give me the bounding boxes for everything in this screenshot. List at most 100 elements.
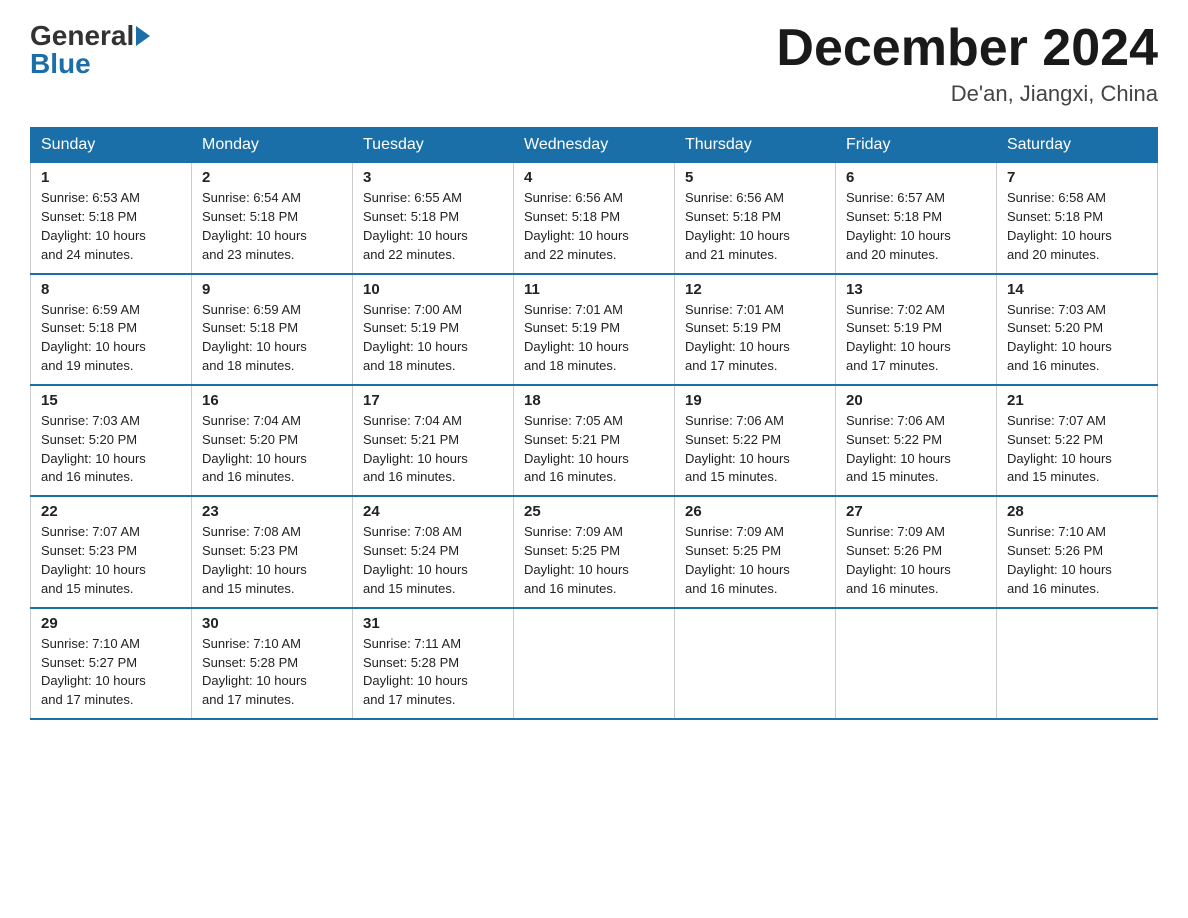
day-number: 31	[363, 615, 503, 632]
day-info: Sunrise: 7:08 AMSunset: 5:24 PMDaylight:…	[363, 523, 503, 598]
title-block: December 2024 De'an, Jiangxi, China	[776, 20, 1158, 107]
calendar-day-cell: 9 Sunrise: 6:59 AMSunset: 5:18 PMDayligh…	[192, 274, 353, 385]
day-info: Sunrise: 7:03 AMSunset: 5:20 PMDaylight:…	[41, 412, 181, 487]
calendar-day-cell: 8 Sunrise: 6:59 AMSunset: 5:18 PMDayligh…	[31, 274, 192, 385]
calendar-day-cell: 22 Sunrise: 7:07 AMSunset: 5:23 PMDaylig…	[31, 496, 192, 607]
calendar-day-cell	[675, 608, 836, 719]
calendar-day-cell: 10 Sunrise: 7:00 AMSunset: 5:19 PMDaylig…	[353, 274, 514, 385]
day-info: Sunrise: 6:56 AMSunset: 5:18 PMDaylight:…	[685, 189, 825, 264]
calendar-day-cell: 27 Sunrise: 7:09 AMSunset: 5:26 PMDaylig…	[836, 496, 997, 607]
day-info: Sunrise: 7:10 AMSunset: 5:28 PMDaylight:…	[202, 635, 342, 710]
col-tuesday: Tuesday	[353, 128, 514, 163]
day-info: Sunrise: 7:01 AMSunset: 5:19 PMDaylight:…	[524, 301, 664, 376]
calendar-day-cell: 13 Sunrise: 7:02 AMSunset: 5:19 PMDaylig…	[836, 274, 997, 385]
day-info: Sunrise: 7:09 AMSunset: 5:25 PMDaylight:…	[685, 523, 825, 598]
day-info: Sunrise: 7:03 AMSunset: 5:20 PMDaylight:…	[1007, 301, 1147, 376]
calendar-day-cell: 19 Sunrise: 7:06 AMSunset: 5:22 PMDaylig…	[675, 385, 836, 496]
day-number: 7	[1007, 169, 1147, 186]
logo-blue-text: Blue	[30, 48, 91, 80]
calendar-day-cell: 30 Sunrise: 7:10 AMSunset: 5:28 PMDaylig…	[192, 608, 353, 719]
day-number: 30	[202, 615, 342, 632]
calendar-day-cell: 1 Sunrise: 6:53 AMSunset: 5:18 PMDayligh…	[31, 163, 192, 274]
day-info: Sunrise: 7:07 AMSunset: 5:23 PMDaylight:…	[41, 523, 181, 598]
logo: General Blue	[30, 20, 150, 80]
day-info: Sunrise: 7:10 AMSunset: 5:27 PMDaylight:…	[41, 635, 181, 710]
calendar-day-cell: 26 Sunrise: 7:09 AMSunset: 5:25 PMDaylig…	[675, 496, 836, 607]
day-info: Sunrise: 7:09 AMSunset: 5:25 PMDaylight:…	[524, 523, 664, 598]
day-info: Sunrise: 7:09 AMSunset: 5:26 PMDaylight:…	[846, 523, 986, 598]
col-friday: Friday	[836, 128, 997, 163]
col-sunday: Sunday	[31, 128, 192, 163]
day-number: 3	[363, 169, 503, 186]
day-number: 29	[41, 615, 181, 632]
day-info: Sunrise: 7:00 AMSunset: 5:19 PMDaylight:…	[363, 301, 503, 376]
day-number: 12	[685, 281, 825, 298]
day-info: Sunrise: 7:01 AMSunset: 5:19 PMDaylight:…	[685, 301, 825, 376]
calendar-day-cell: 2 Sunrise: 6:54 AMSunset: 5:18 PMDayligh…	[192, 163, 353, 274]
day-number: 20	[846, 392, 986, 409]
calendar-day-cell: 3 Sunrise: 6:55 AMSunset: 5:18 PMDayligh…	[353, 163, 514, 274]
day-number: 10	[363, 281, 503, 298]
day-info: Sunrise: 7:08 AMSunset: 5:23 PMDaylight:…	[202, 523, 342, 598]
day-number: 6	[846, 169, 986, 186]
day-number: 23	[202, 503, 342, 520]
calendar-day-cell: 29 Sunrise: 7:10 AMSunset: 5:27 PMDaylig…	[31, 608, 192, 719]
calendar-header-row: Sunday Monday Tuesday Wednesday Thursday…	[31, 128, 1158, 163]
day-info: Sunrise: 6:59 AMSunset: 5:18 PMDaylight:…	[41, 301, 181, 376]
calendar-day-cell: 14 Sunrise: 7:03 AMSunset: 5:20 PMDaylig…	[997, 274, 1158, 385]
day-number: 27	[846, 503, 986, 520]
calendar-day-cell	[514, 608, 675, 719]
day-info: Sunrise: 6:59 AMSunset: 5:18 PMDaylight:…	[202, 301, 342, 376]
calendar-day-cell: 16 Sunrise: 7:04 AMSunset: 5:20 PMDaylig…	[192, 385, 353, 496]
day-number: 19	[685, 392, 825, 409]
calendar-day-cell: 25 Sunrise: 7:09 AMSunset: 5:25 PMDaylig…	[514, 496, 675, 607]
day-number: 9	[202, 281, 342, 298]
day-number: 5	[685, 169, 825, 186]
day-info: Sunrise: 7:02 AMSunset: 5:19 PMDaylight:…	[846, 301, 986, 376]
day-number: 13	[846, 281, 986, 298]
col-thursday: Thursday	[675, 128, 836, 163]
calendar-day-cell: 7 Sunrise: 6:58 AMSunset: 5:18 PMDayligh…	[997, 163, 1158, 274]
day-number: 4	[524, 169, 664, 186]
calendar-day-cell: 15 Sunrise: 7:03 AMSunset: 5:20 PMDaylig…	[31, 385, 192, 496]
day-number: 2	[202, 169, 342, 186]
day-number: 28	[1007, 503, 1147, 520]
calendar-day-cell: 24 Sunrise: 7:08 AMSunset: 5:24 PMDaylig…	[353, 496, 514, 607]
day-info: Sunrise: 6:53 AMSunset: 5:18 PMDaylight:…	[41, 189, 181, 264]
day-number: 18	[524, 392, 664, 409]
day-info: Sunrise: 7:07 AMSunset: 5:22 PMDaylight:…	[1007, 412, 1147, 487]
day-info: Sunrise: 7:04 AMSunset: 5:21 PMDaylight:…	[363, 412, 503, 487]
day-number: 22	[41, 503, 181, 520]
day-info: Sunrise: 7:05 AMSunset: 5:21 PMDaylight:…	[524, 412, 664, 487]
calendar-week-row: 29 Sunrise: 7:10 AMSunset: 5:27 PMDaylig…	[31, 608, 1158, 719]
calendar-day-cell: 17 Sunrise: 7:04 AMSunset: 5:21 PMDaylig…	[353, 385, 514, 496]
calendar-day-cell: 20 Sunrise: 7:06 AMSunset: 5:22 PMDaylig…	[836, 385, 997, 496]
logo-arrow-icon	[136, 26, 150, 46]
day-info: Sunrise: 6:55 AMSunset: 5:18 PMDaylight:…	[363, 189, 503, 264]
calendar-day-cell: 12 Sunrise: 7:01 AMSunset: 5:19 PMDaylig…	[675, 274, 836, 385]
day-info: Sunrise: 7:11 AMSunset: 5:28 PMDaylight:…	[363, 635, 503, 710]
day-number: 14	[1007, 281, 1147, 298]
calendar-location: De'an, Jiangxi, China	[776, 81, 1158, 107]
calendar-day-cell: 18 Sunrise: 7:05 AMSunset: 5:21 PMDaylig…	[514, 385, 675, 496]
page-header: General Blue December 2024 De'an, Jiangx…	[30, 20, 1158, 107]
calendar-day-cell: 21 Sunrise: 7:07 AMSunset: 5:22 PMDaylig…	[997, 385, 1158, 496]
calendar-day-cell: 28 Sunrise: 7:10 AMSunset: 5:26 PMDaylig…	[997, 496, 1158, 607]
calendar-day-cell: 23 Sunrise: 7:08 AMSunset: 5:23 PMDaylig…	[192, 496, 353, 607]
calendar-day-cell: 5 Sunrise: 6:56 AMSunset: 5:18 PMDayligh…	[675, 163, 836, 274]
calendar-title: December 2024	[776, 20, 1158, 77]
calendar-day-cell: 11 Sunrise: 7:01 AMSunset: 5:19 PMDaylig…	[514, 274, 675, 385]
day-info: Sunrise: 7:06 AMSunset: 5:22 PMDaylight:…	[846, 412, 986, 487]
col-monday: Monday	[192, 128, 353, 163]
calendar-day-cell: 4 Sunrise: 6:56 AMSunset: 5:18 PMDayligh…	[514, 163, 675, 274]
day-number: 21	[1007, 392, 1147, 409]
calendar-day-cell: 31 Sunrise: 7:11 AMSunset: 5:28 PMDaylig…	[353, 608, 514, 719]
day-info: Sunrise: 6:58 AMSunset: 5:18 PMDaylight:…	[1007, 189, 1147, 264]
col-saturday: Saturday	[997, 128, 1158, 163]
day-number: 1	[41, 169, 181, 186]
calendar-week-row: 15 Sunrise: 7:03 AMSunset: 5:20 PMDaylig…	[31, 385, 1158, 496]
day-info: Sunrise: 6:54 AMSunset: 5:18 PMDaylight:…	[202, 189, 342, 264]
calendar-week-row: 22 Sunrise: 7:07 AMSunset: 5:23 PMDaylig…	[31, 496, 1158, 607]
calendar-day-cell	[836, 608, 997, 719]
day-number: 15	[41, 392, 181, 409]
